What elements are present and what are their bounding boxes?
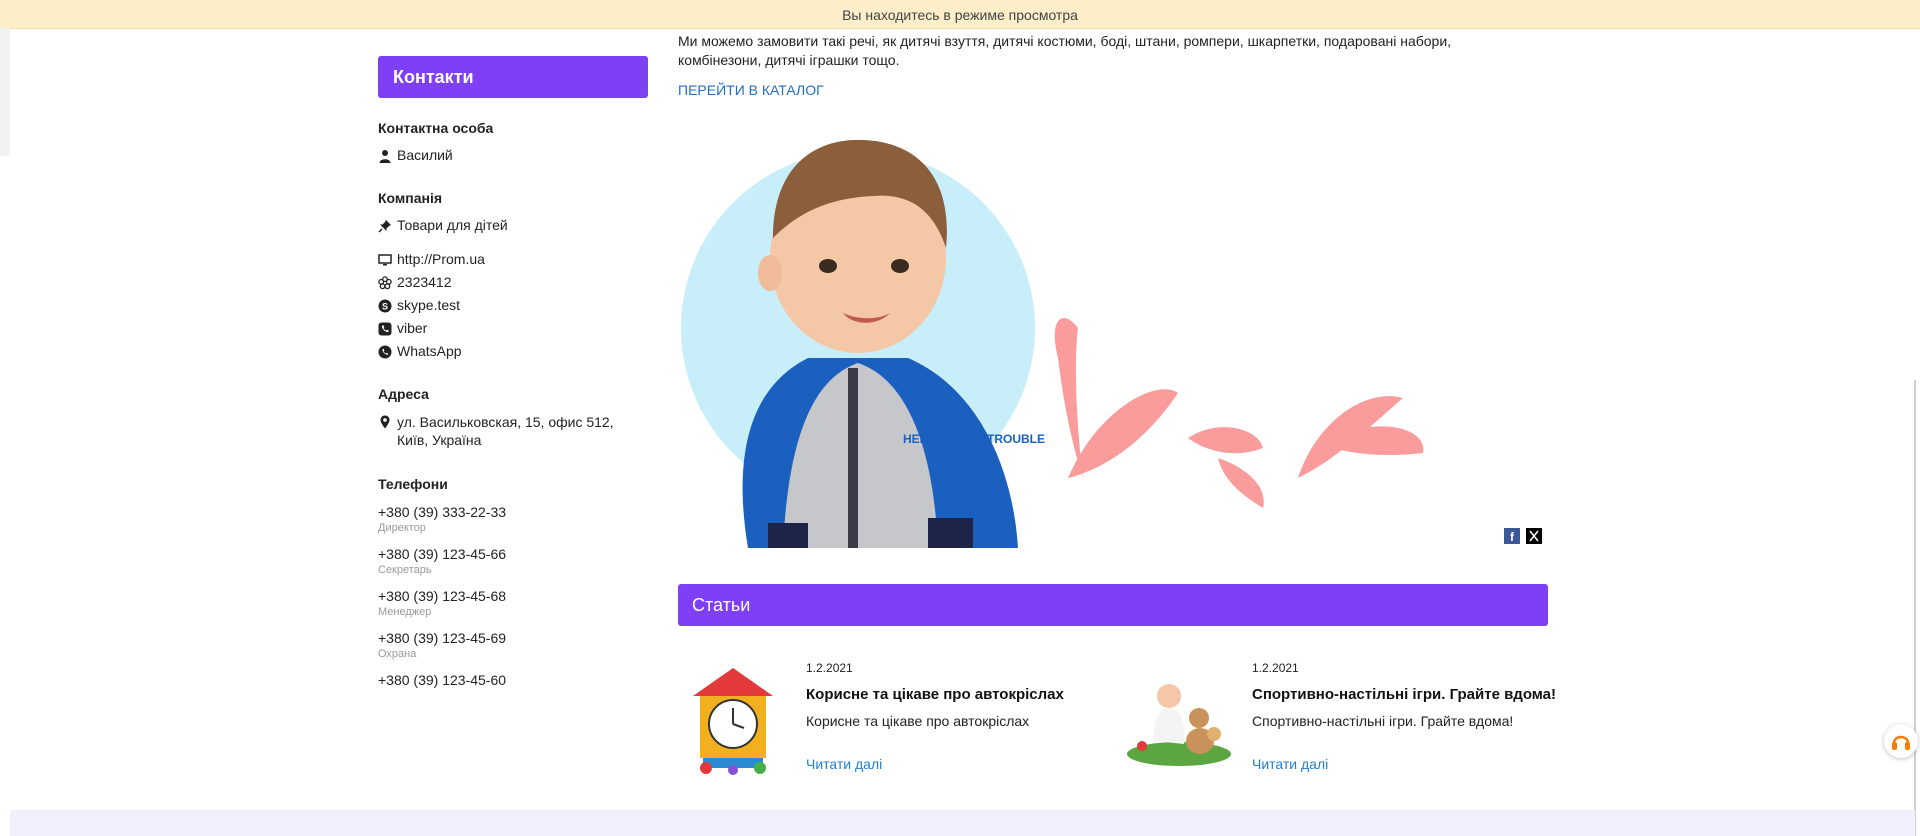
catalog-link[interactable]: ПЕРЕЙТИ В КАТАЛОГ bbox=[678, 82, 824, 98]
company-title: Компанія bbox=[378, 190, 443, 206]
article-date: 1.2.2021 bbox=[1252, 661, 1299, 675]
article-thumbnail[interactable] bbox=[678, 666, 788, 776]
hero-shirt-text: HERE COMES TROUBLE bbox=[903, 432, 1045, 446]
articles-header: Статьи bbox=[678, 584, 1548, 626]
contact-person-title: Контактна особа bbox=[378, 120, 494, 136]
viber-link[interactable]: viber bbox=[397, 320, 427, 336]
pin-icon bbox=[378, 220, 391, 233]
skype-link[interactable]: skype.test bbox=[397, 297, 460, 313]
website-link[interactable]: http://Prom.ua bbox=[397, 251, 485, 267]
article-card[interactable]: 1.2.2021 Корисне та цікаве про автокрісл… bbox=[678, 656, 1118, 796]
icq-row: 2323412 bbox=[378, 274, 452, 290]
whatsapp-link[interactable]: WhatsApp bbox=[397, 343, 462, 359]
article-description: Корисне та цікаве про автокріслах bbox=[806, 713, 1030, 729]
whatsapp-row[interactable]: WhatsApp bbox=[378, 343, 462, 359]
phone-role: Директор bbox=[378, 522, 426, 534]
address-row: ул. Васильковская, 15, офис 512, Київ, У… bbox=[378, 413, 648, 449]
read-more-link[interactable]: Читати далі bbox=[806, 756, 882, 772]
article-title[interactable]: Спортивно-настільні ігри. Грайте вдома! bbox=[1252, 686, 1556, 703]
phone-number[interactable]: +380 (39) 123-45-66 bbox=[378, 546, 506, 562]
skype-row[interactable]: S skype.test bbox=[378, 297, 460, 313]
address-title: Адреса bbox=[378, 386, 429, 402]
map-marker-icon bbox=[380, 415, 390, 429]
preview-mode-text: Вы находитесь в режиме просмотра bbox=[842, 7, 1078, 23]
x-share-icon[interactable] bbox=[1526, 528, 1542, 544]
company-row: Товари для дітей bbox=[378, 217, 508, 233]
phone-number[interactable]: +380 (39) 333-22-33 bbox=[378, 504, 506, 520]
facebook-share-icon[interactable]: f bbox=[1504, 528, 1520, 544]
phone-number[interactable]: +380 (39) 123-45-68 bbox=[378, 588, 506, 604]
address-text: ул. Васильковская, 15, офис 512, Київ, У… bbox=[397, 414, 614, 448]
contact-person-row: Василий bbox=[378, 147, 453, 163]
phone-role: Секретарь bbox=[378, 564, 432, 576]
phone-number[interactable]: +380 (39) 123-45-69 bbox=[378, 630, 506, 646]
footer-band bbox=[10, 810, 1915, 836]
intro-text: Ми можемо замовити такі речі, як дитячі … bbox=[678, 33, 1452, 68]
phone-role: Охрана bbox=[378, 648, 417, 660]
support-chat-button[interactable] bbox=[1884, 724, 1918, 758]
monitor-icon bbox=[378, 254, 392, 266]
contacts-header: Контакти bbox=[378, 56, 648, 98]
read-more-link[interactable]: Читати далі bbox=[1252, 756, 1328, 772]
viber-row[interactable]: viber bbox=[378, 320, 427, 336]
article-date: 1.2.2021 bbox=[806, 661, 853, 675]
preview-mode-bar: Вы находитесь в режиме просмотра bbox=[0, 0, 1920, 29]
article-card[interactable]: 1.2.2021 Спортивно-настільні ігри. Грайт… bbox=[1124, 656, 1564, 796]
article-description: Спортивно-настільні ігри. Грайте вдома! bbox=[1252, 713, 1514, 729]
icq-number: 2323412 bbox=[397, 274, 452, 290]
whatsapp-icon bbox=[378, 345, 392, 359]
phones-title: Телефони bbox=[378, 476, 448, 492]
svg-text:S: S bbox=[382, 302, 388, 312]
contact-person-name: Василий bbox=[397, 147, 453, 163]
hero-baby-image: HERE COMES TROUBLE bbox=[681, 139, 1424, 548]
person-icon bbox=[379, 150, 391, 163]
article-title[interactable]: Корисне та цікаве про автокріслах bbox=[806, 686, 1064, 703]
website-row[interactable]: http://Prom.ua bbox=[378, 251, 485, 267]
company-name: Товари для дітей bbox=[397, 217, 508, 233]
phone-role: Менеджер bbox=[378, 606, 432, 618]
viber-icon bbox=[378, 322, 392, 336]
page-scrollbar-line[interactable] bbox=[1914, 380, 1916, 836]
phone-number[interactable]: +380 (39) 123-45-60 bbox=[378, 672, 506, 688]
skype-icon: S bbox=[378, 299, 392, 313]
article-thumbnail[interactable] bbox=[1124, 666, 1234, 776]
headset-icon bbox=[1892, 735, 1910, 750]
left-edge-shade bbox=[0, 28, 10, 156]
contacts-sidebar: Контакти Контактна особа Василий Компані… bbox=[378, 56, 648, 688]
icq-flower-icon bbox=[378, 276, 392, 290]
